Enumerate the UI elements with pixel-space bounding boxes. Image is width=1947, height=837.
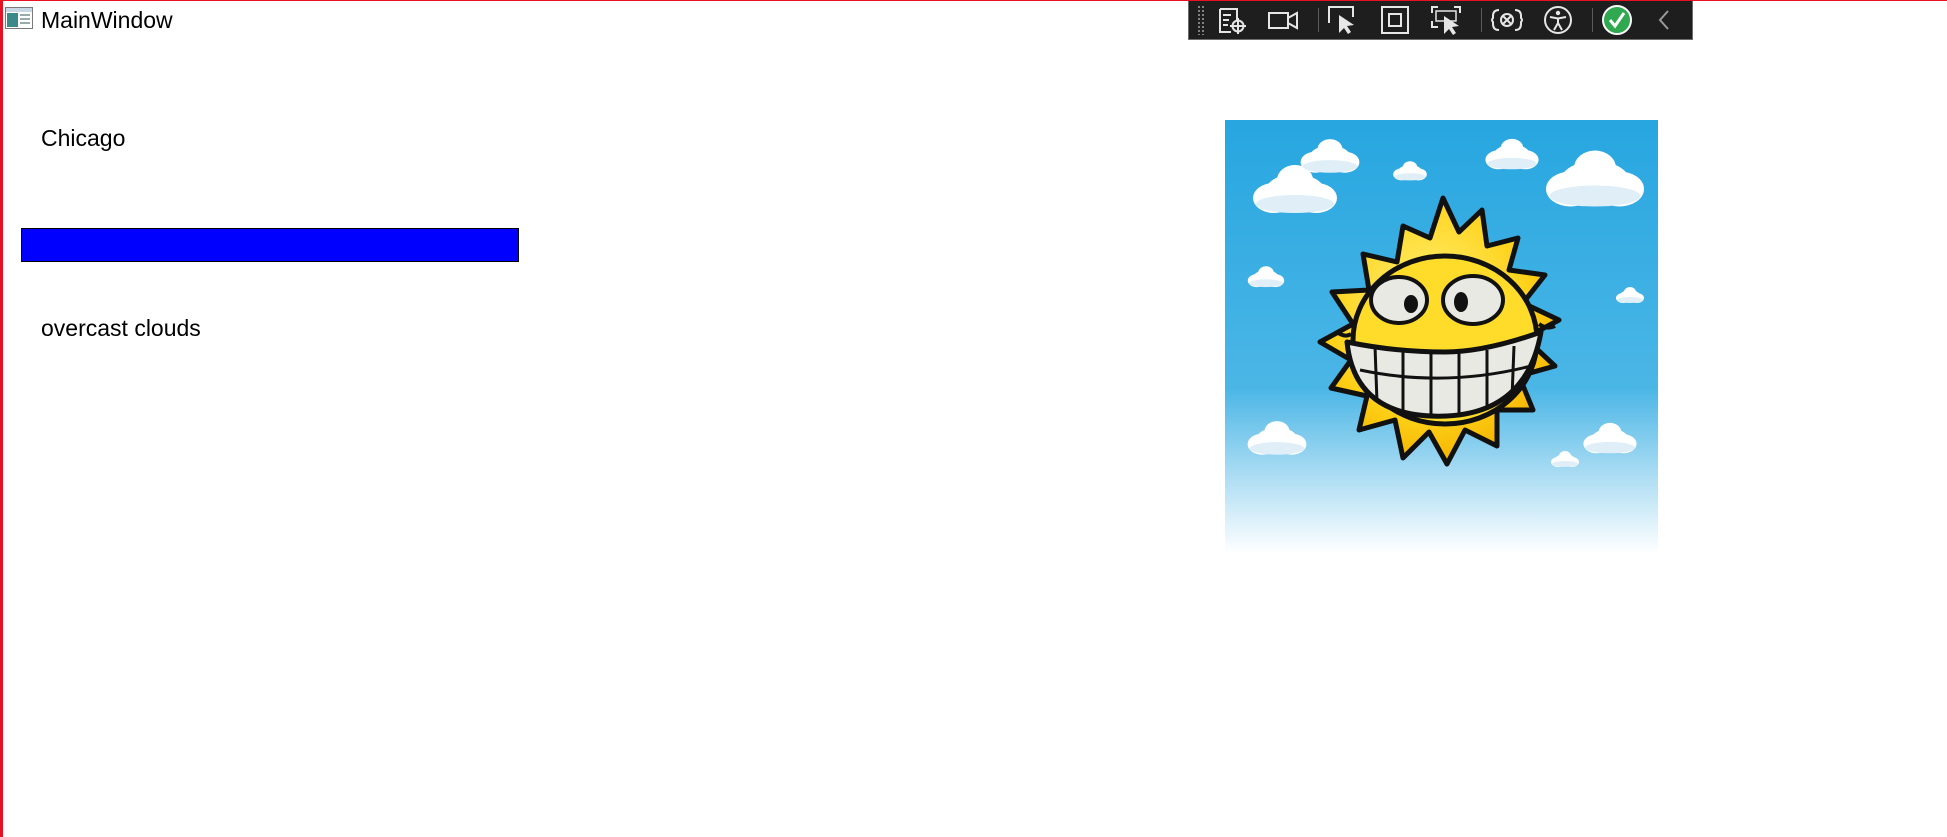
video-camera-icon[interactable] — [1265, 3, 1301, 36]
window-title: MainWindow — [41, 7, 173, 33]
display-layout-adorners-icon[interactable] — [1377, 3, 1413, 36]
binding-failures-icon[interactable] — [1489, 3, 1525, 36]
temperature-bar — [21, 228, 519, 262]
weather-description-label: overcast clouds — [41, 315, 201, 341]
toolbar-grip[interactable] — [1197, 5, 1205, 35]
app-icon — [5, 7, 33, 29]
accessibility-icon[interactable] — [1540, 3, 1576, 36]
temperature-bar-fill — [22, 229, 518, 261]
main-window: MainWindow Chicago overcast clouds — [0, 0, 1947, 837]
select-element-icon[interactable] — [1325, 3, 1361, 36]
weather-image — [1225, 120, 1658, 553]
check-circle-icon[interactable] — [1599, 3, 1635, 36]
collapse-chevron-icon[interactable] — [1649, 3, 1679, 36]
live-visual-tree-icon[interactable] — [1214, 3, 1250, 36]
track-focused-element-icon[interactable] — [1428, 3, 1464, 36]
xaml-debug-toolbar — [1188, 1, 1693, 40]
city-label: Chicago — [41, 125, 126, 151]
